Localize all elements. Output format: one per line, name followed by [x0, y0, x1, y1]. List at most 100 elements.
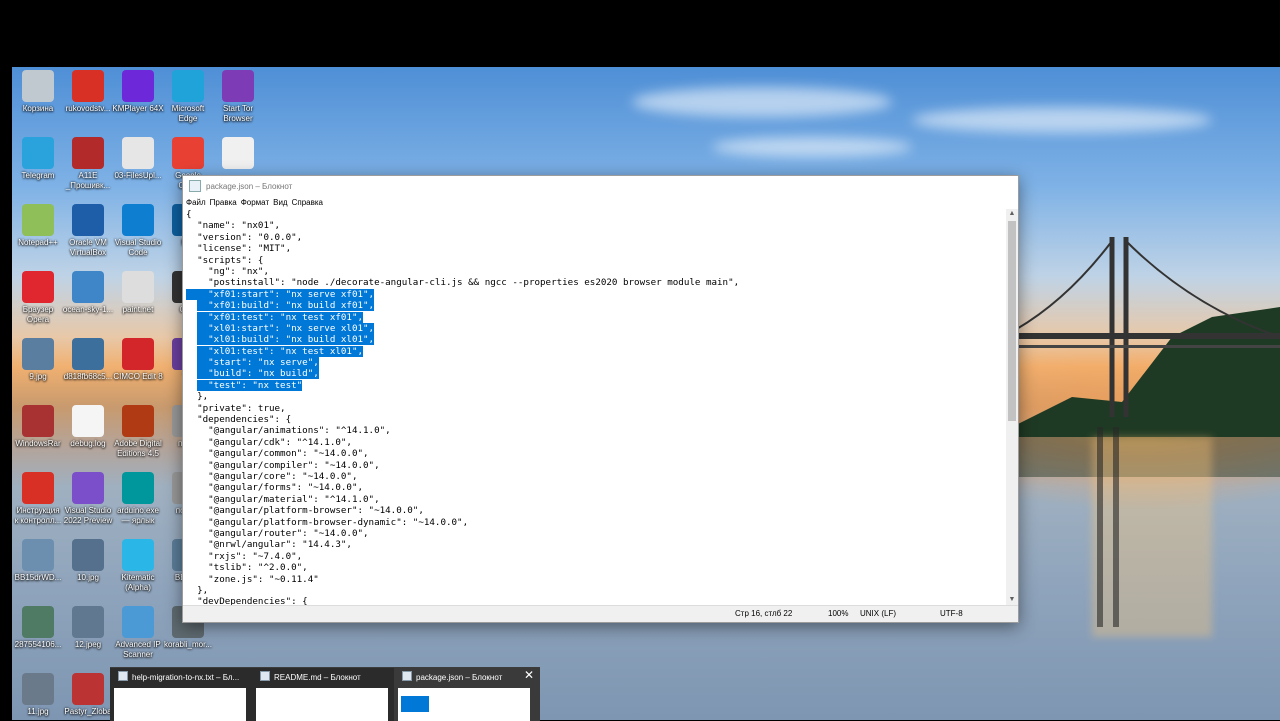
code-line[interactable]: "test": "nx test" [186, 379, 1005, 391]
selected-text[interactable]: "xl01:build": "nx build xl01", [197, 334, 375, 346]
code-line[interactable]: "build": "nx build", [186, 368, 1005, 380]
selected-text[interactable]: "xl01:test": "nx test xl01", [197, 345, 364, 357]
app-icon [122, 271, 154, 303]
code-line[interactable]: "@angular/animations": "^14.1.0", [186, 425, 1005, 436]
title-bar[interactable]: package.json – Блокнот [183, 176, 1018, 196]
desktop-icon[interactable]: Notepad++ [10, 204, 66, 248]
app-icon [22, 271, 54, 303]
code-line[interactable]: "@angular/platform-browser-dynamic": "~1… [186, 517, 1005, 528]
desktop-icon[interactable]: Adobe Digital Editions 4.5 [110, 405, 166, 459]
desktop-icon[interactable]: 9.jpg [10, 338, 66, 382]
desktop-icon[interactable]: Kitematic (Alpha) [110, 539, 166, 593]
desktop-icon[interactable]: A11E _Прошивк... [60, 137, 116, 191]
task-preview-help-migration[interactable]: help-migration-to-nx.txt – Бл... [110, 667, 252, 721]
code-line[interactable]: "scripts": { [186, 255, 1005, 266]
desktop-icon[interactable]: debug.log [60, 405, 116, 449]
desktop-icon[interactable]: Advanced IP Scanner [110, 606, 166, 660]
menu-help[interactable]: Справка [292, 198, 323, 207]
code-line[interactable]: "start": "nx serve", [186, 357, 1005, 369]
selected-text[interactable]: "test": "nx test" [197, 379, 303, 391]
close-icon[interactable]: ✕ [524, 668, 534, 682]
code-line[interactable]: "tslib": "^2.0.0", [186, 562, 1005, 573]
desktop-icon[interactable] [210, 137, 266, 171]
code-line[interactable]: "ng": "nx", [186, 266, 1005, 277]
code-line[interactable]: }, [186, 391, 1005, 402]
desktop-icon[interactable]: 10.jpg [60, 539, 116, 583]
desktop-icon[interactable]: Корзина [10, 70, 66, 114]
code-line[interactable]: "@angular/compiler": "~14.0.0", [186, 460, 1005, 471]
desktop-icon[interactable]: BB15drWD... [10, 539, 66, 583]
menu-view[interactable]: Вид [273, 198, 287, 207]
selected-text[interactable]: "xf01:test": "nx test xf01", [197, 311, 364, 323]
scroll-thumb[interactable] [1008, 221, 1016, 421]
code-line[interactable]: "devDependencies": { [186, 596, 1005, 605]
code-line[interactable]: "rxjs": "~7.4.0", [186, 551, 1005, 562]
desktop-icon[interactable]: Visual Studio Code [110, 204, 166, 258]
menu-format[interactable]: Формат [241, 198, 269, 207]
code-line[interactable]: "xl01:test": "nx test xl01", [186, 345, 1005, 357]
menu-edit[interactable]: Правка [210, 198, 237, 207]
code-line[interactable]: "xl01:build": "nx build xl01", [186, 334, 1005, 346]
code-line[interactable]: "@angular/router": "~14.0.0", [186, 528, 1005, 539]
desktop-icon[interactable]: paint.net [110, 271, 166, 315]
desktop-icon[interactable]: KMPlayer 64X [110, 70, 166, 114]
vertical-scrollbar[interactable]: ▲ ▼ [1006, 209, 1018, 605]
code-line[interactable]: "xf01:start": "nx serve xf01", [186, 288, 1005, 300]
desktop-icon[interactable]: Браузер Opera [10, 271, 66, 325]
app-icon [122, 606, 154, 638]
desktop-icon[interactable]: arduino.exe — ярлык [110, 472, 166, 526]
selected-text[interactable]: "build": "nx build", [197, 368, 319, 380]
desktop-icon[interactable]: Start Tor Browser [210, 70, 266, 124]
code-line[interactable]: "xl01:start": "nx serve xl01", [186, 322, 1005, 334]
desktop-icon-label: BB15drWD... [14, 573, 62, 582]
desktop-icon[interactable]: CIMCO Edit 8 [110, 338, 166, 382]
desktop-icon[interactable]: Visual Studio 2022 Preview [60, 472, 116, 526]
desktop-icon-label: 12.jpeg [74, 640, 102, 649]
desktop-icon[interactable]: WindowsRar [10, 405, 66, 449]
code-content[interactable]: { "name": "nx01", "version": "0.0.0", "l… [183, 209, 1005, 605]
code-line[interactable]: "xf01:build": "nx build xf01", [186, 300, 1005, 312]
text-editor[interactable]: { "name": "nx01", "version": "0.0.0", "l… [183, 209, 1005, 605]
code-line[interactable]: { [186, 209, 1005, 220]
code-line[interactable]: "license": "MIT", [186, 243, 1005, 254]
desktop-icon[interactable]: Инструкция к контролл... [10, 472, 66, 526]
selected-text[interactable]: "xl01:start": "nx serve xl01", [197, 322, 375, 334]
task-preview-readme[interactable]: README.md – Блокнот [252, 667, 394, 721]
selected-text[interactable]: "xf01:build": "nx build xf01", [197, 300, 375, 312]
desktop-icon[interactable]: 03-FilesUpl... [110, 137, 166, 181]
menu-file[interactable]: Файл [186, 198, 206, 207]
selected-text[interactable]: "xf01:start": "nx serve xf01", [186, 288, 375, 300]
code-line[interactable]: "@angular/material": "^14.1.0", [186, 494, 1005, 505]
desktop-icon[interactable]: Pastyr_Zloba [60, 673, 116, 717]
code-line[interactable]: "@nrwl/angular": "14.4.3", [186, 539, 1005, 550]
desktop-icon[interactable]: Oracle VM VirtualBox [60, 204, 116, 258]
desktop-icon[interactable]: d818fb68c5... [60, 338, 116, 382]
scroll-up-icon[interactable]: ▲ [1006, 209, 1018, 219]
code-line[interactable]: }, [186, 585, 1005, 596]
desktop-icon[interactable]: 287554106... [10, 606, 66, 650]
desktop-icon[interactable]: Telegram [10, 137, 66, 181]
code-line[interactable]: "@angular/cdk": "^14.1.0", [186, 437, 1005, 448]
scroll-down-icon[interactable]: ▼ [1006, 595, 1018, 605]
notepad-window[interactable]: package.json – Блокнот Файл Правка Форма… [182, 175, 1019, 623]
code-line[interactable]: "version": "0.0.0", [186, 232, 1005, 243]
selected-text[interactable]: "start": "nx serve", [197, 357, 319, 369]
code-line[interactable]: "private": true, [186, 403, 1005, 414]
desktop-icon[interactable]: rukovodstv... [60, 70, 116, 114]
code-line[interactable]: "@angular/core": "~14.0.0", [186, 471, 1005, 482]
desktop-icon[interactable]: ocean-sky-1... [60, 271, 116, 315]
code-line[interactable]: "@angular/common": "~14.0.0", [186, 448, 1005, 459]
code-line[interactable]: "dependencies": { [186, 414, 1005, 425]
desktop-icon[interactable]: 11.jpg [10, 673, 66, 717]
task-preview-package-json[interactable]: package.json – Блокнот ✕ [394, 667, 540, 721]
desktop-icon-label: Visual Studio 2022 Preview [63, 506, 113, 525]
desktop-icon[interactable]: 12.jpeg [60, 606, 116, 650]
code-line[interactable]: "@angular/platform-browser": "~14.0.0", [186, 505, 1005, 516]
code-line[interactable]: "zone.js": "~0.11.4" [186, 574, 1005, 585]
desktop-icon[interactable]: Microsoft Edge [160, 70, 216, 124]
code-line[interactable]: "name": "nx01", [186, 220, 1005, 231]
app-icon [22, 338, 54, 370]
code-line[interactable]: "@angular/forms": "~14.0.0", [186, 482, 1005, 493]
code-line[interactable]: "postinstall": "node ./decorate-angular-… [186, 277, 1005, 288]
code-line[interactable]: "xf01:test": "nx test xf01", [186, 311, 1005, 323]
